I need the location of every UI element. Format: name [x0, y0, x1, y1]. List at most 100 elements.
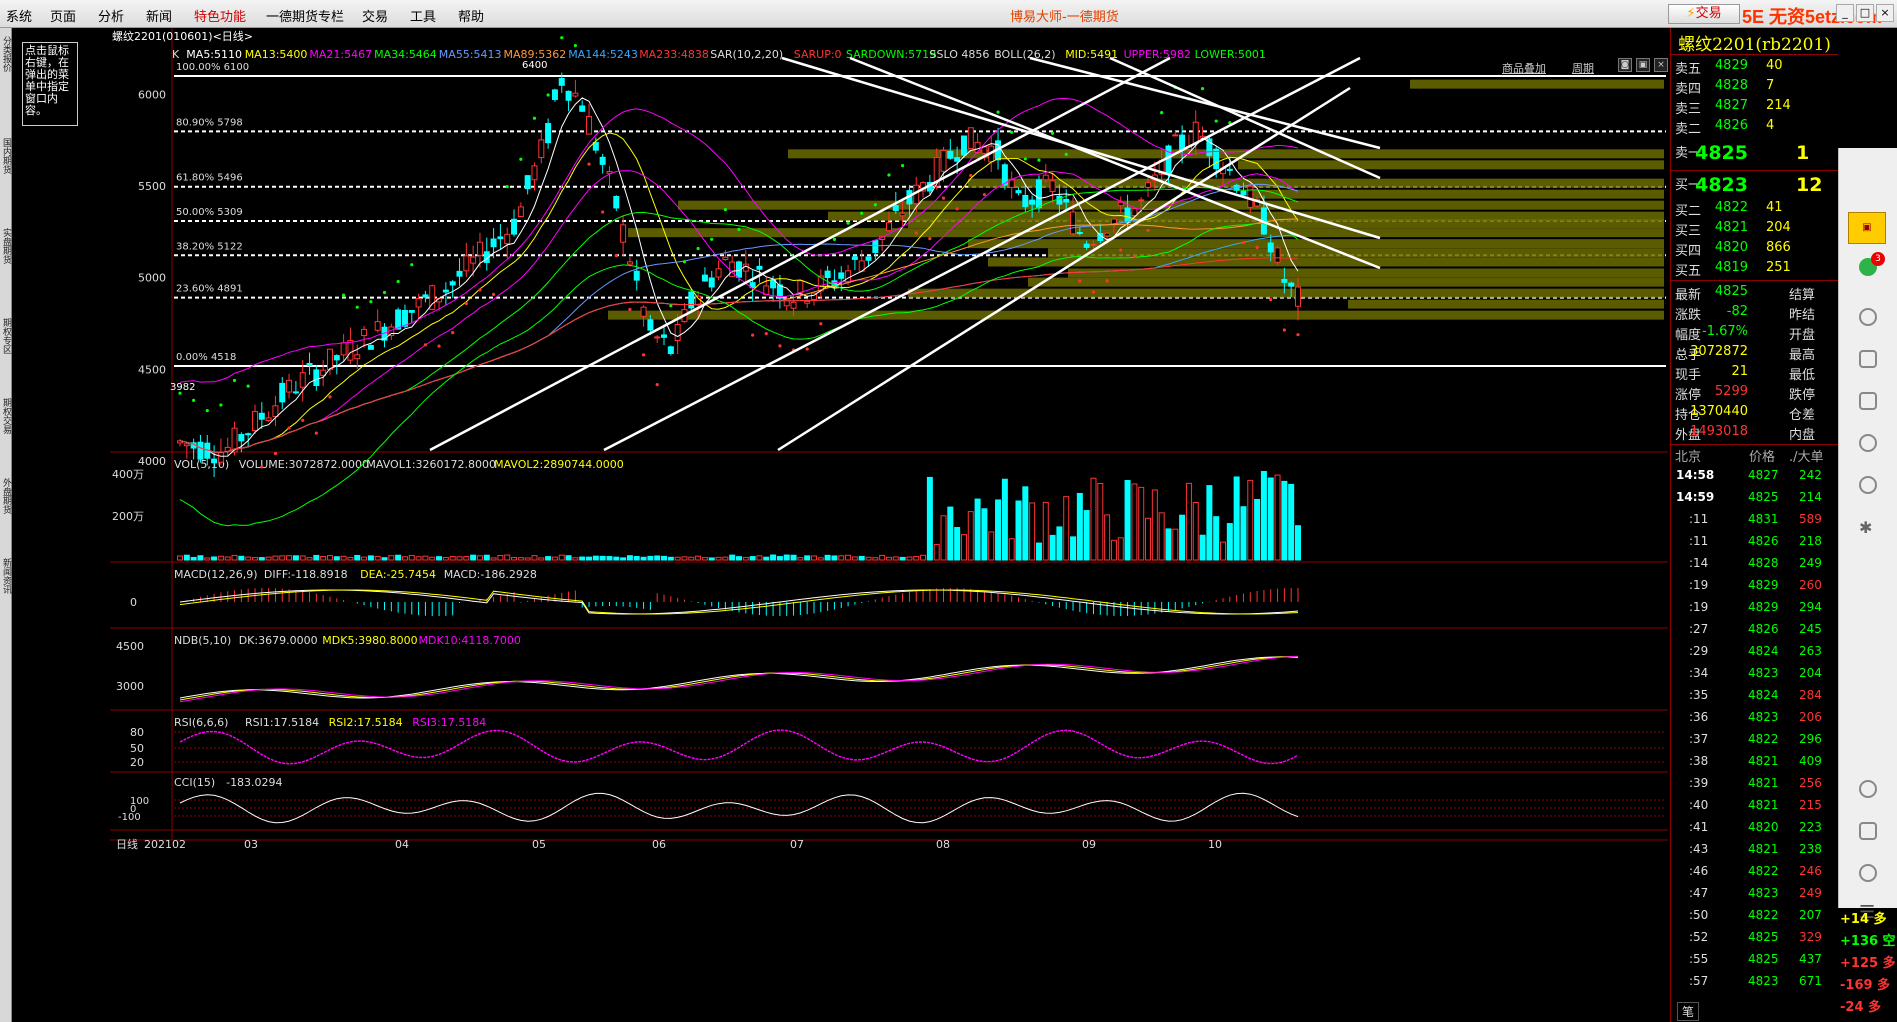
menu-analysis[interactable]: 分析: [98, 6, 124, 25]
ask-label: 卖五: [1675, 62, 1702, 77]
sar-dot: [778, 344, 782, 348]
volume-bar: [299, 555, 306, 561]
volume-bar: [456, 556, 463, 561]
tick-time: :40: [1689, 798, 1709, 812]
volume-bar: [422, 555, 429, 561]
divider: [1671, 54, 1838, 55]
aperture-icon[interactable]: [1859, 434, 1877, 452]
bid-label: 买二: [1675, 204, 1702, 219]
volume-bar: [1042, 501, 1049, 561]
sar-dot: [628, 307, 632, 312]
cube-icon[interactable]: [1859, 350, 1877, 368]
fib-label: 80.90% 5798: [176, 117, 243, 128]
left-tab-domestic[interactable]: 国内期货: [1, 138, 11, 174]
brand-logo[interactable]: ▣: [1848, 212, 1886, 244]
phone-icon[interactable]: [1859, 822, 1877, 840]
candle: [851, 256, 858, 260]
menu-system[interactable]: 系统: [6, 6, 32, 25]
tick-volume: 206: [1799, 710, 1822, 724]
volume-bar: [1281, 480, 1288, 561]
menu-page[interactable]: 页面: [50, 6, 76, 25]
sar-dot: [491, 292, 496, 296]
tick-time: :36: [1689, 710, 1709, 724]
tick-price: 4825: [1748, 930, 1779, 944]
sar-dot: [1200, 87, 1205, 91]
left-tab-real[interactable]: 实盘期货: [1, 228, 11, 264]
menu-news[interactable]: 新闻: [146, 6, 172, 25]
notification-badge: 3: [1871, 252, 1885, 266]
candle: [885, 222, 892, 232]
candle: [197, 441, 204, 460]
menu-trade[interactable]: 交易: [362, 6, 388, 25]
volume-bar: [306, 557, 313, 561]
legend-item: RSI(6,6,6): [174, 716, 228, 729]
legend-item: DK:3679.0000: [239, 634, 318, 647]
candle: [845, 270, 852, 283]
fib-label: 23.60% 4891: [176, 284, 243, 295]
sar-dot: [219, 403, 223, 407]
overlay-commodity-link[interactable]: 商品叠加: [1502, 60, 1546, 76]
folder-icon[interactable]: [1859, 392, 1877, 410]
link-icon[interactable]: [1859, 780, 1877, 798]
chart-settings-icon[interactable]: ◙: [1618, 58, 1632, 72]
close-button[interactable]: ×: [1876, 4, 1894, 22]
menu-tools[interactable]: 工具: [410, 6, 436, 25]
candle: [1274, 247, 1281, 263]
volume-bar: [517, 557, 524, 561]
volume-bar: [858, 555, 865, 561]
period-link[interactable]: 周期: [1572, 60, 1594, 76]
left-tab-options-trade[interactable]: 期权交易: [1, 398, 11, 434]
sparkle-icon[interactable]: ✱: [1859, 518, 1877, 537]
volume-bar: [756, 555, 763, 561]
volume-bar: [620, 557, 627, 561]
user-icon[interactable]: [1859, 308, 1877, 326]
volume-bar: [361, 556, 368, 561]
volume-bar: [1124, 480, 1131, 561]
left-tab-quotes[interactable]: 分类报价: [1, 36, 11, 72]
candle: [1042, 174, 1049, 181]
candle: [1117, 201, 1124, 207]
volume-bar: [1076, 492, 1083, 561]
volume-bar: [272, 555, 279, 561]
legend-item: MA13:5400: [245, 48, 308, 61]
tick-tab[interactable]: 笔: [1677, 1002, 1700, 1021]
settings-icon[interactable]: [1859, 476, 1877, 494]
download-icon[interactable]: [1859, 864, 1877, 882]
candle: [1015, 190, 1022, 194]
left-tab-options[interactable]: 期权专区: [1, 318, 11, 354]
sar-dot: [996, 110, 1000, 114]
maximize-button[interactable]: □: [1856, 4, 1874, 22]
candle: [756, 265, 763, 270]
left-tab-foreign[interactable]: 外盘期货: [1, 478, 11, 514]
menu-featured[interactable]: 特色功能: [194, 6, 246, 25]
sar-dot: [423, 343, 428, 347]
cci-axis-label: -100: [118, 812, 141, 823]
kline-chart[interactable]: 螺纹2201(010601)<日线> K MA5:5110 MA13:5400 MA21…: [110, 28, 1668, 1022]
volume-bar: [906, 556, 913, 561]
period-label: 日线: [116, 837, 138, 851]
tick-volume: 242: [1799, 468, 1822, 482]
volume-bar: [599, 555, 606, 561]
chart-area[interactable]: 螺纹2201(010601)<日线> K MA5:5110 MA13:5400 MA21…: [110, 28, 1668, 1022]
volume-bar: [204, 557, 211, 561]
minimize-button[interactable]: _: [1836, 4, 1854, 22]
candle: [701, 274, 708, 282]
stat-label-2: 仓差: [1789, 408, 1816, 423]
menu-yide-column[interactable]: 一德期货专栏: [266, 6, 344, 25]
legend-item: MAVOL2:2890744.0000: [494, 458, 624, 471]
tick-time: :39: [1689, 776, 1709, 790]
chart-zoom-icon[interactable]: ▣: [1636, 58, 1650, 72]
trade-button[interactable]: ⚡交易: [1668, 4, 1740, 24]
volume-bar: [1179, 514, 1186, 561]
volume-bar: [1247, 479, 1254, 561]
tick-row: :43 4821 238: [1671, 842, 1838, 864]
tick-price: 4824: [1748, 688, 1779, 702]
candle: [797, 280, 804, 294]
chart-close-icon[interactable]: ×: [1654, 58, 1668, 72]
candle: [551, 89, 558, 100]
menu-help[interactable]: 帮助: [458, 6, 484, 25]
candle: [292, 391, 299, 394]
tick-row: :35 4824 284: [1671, 688, 1838, 710]
left-tab-news[interactable]: 新闻资讯: [1, 558, 11, 594]
volume-bar: [804, 555, 811, 561]
